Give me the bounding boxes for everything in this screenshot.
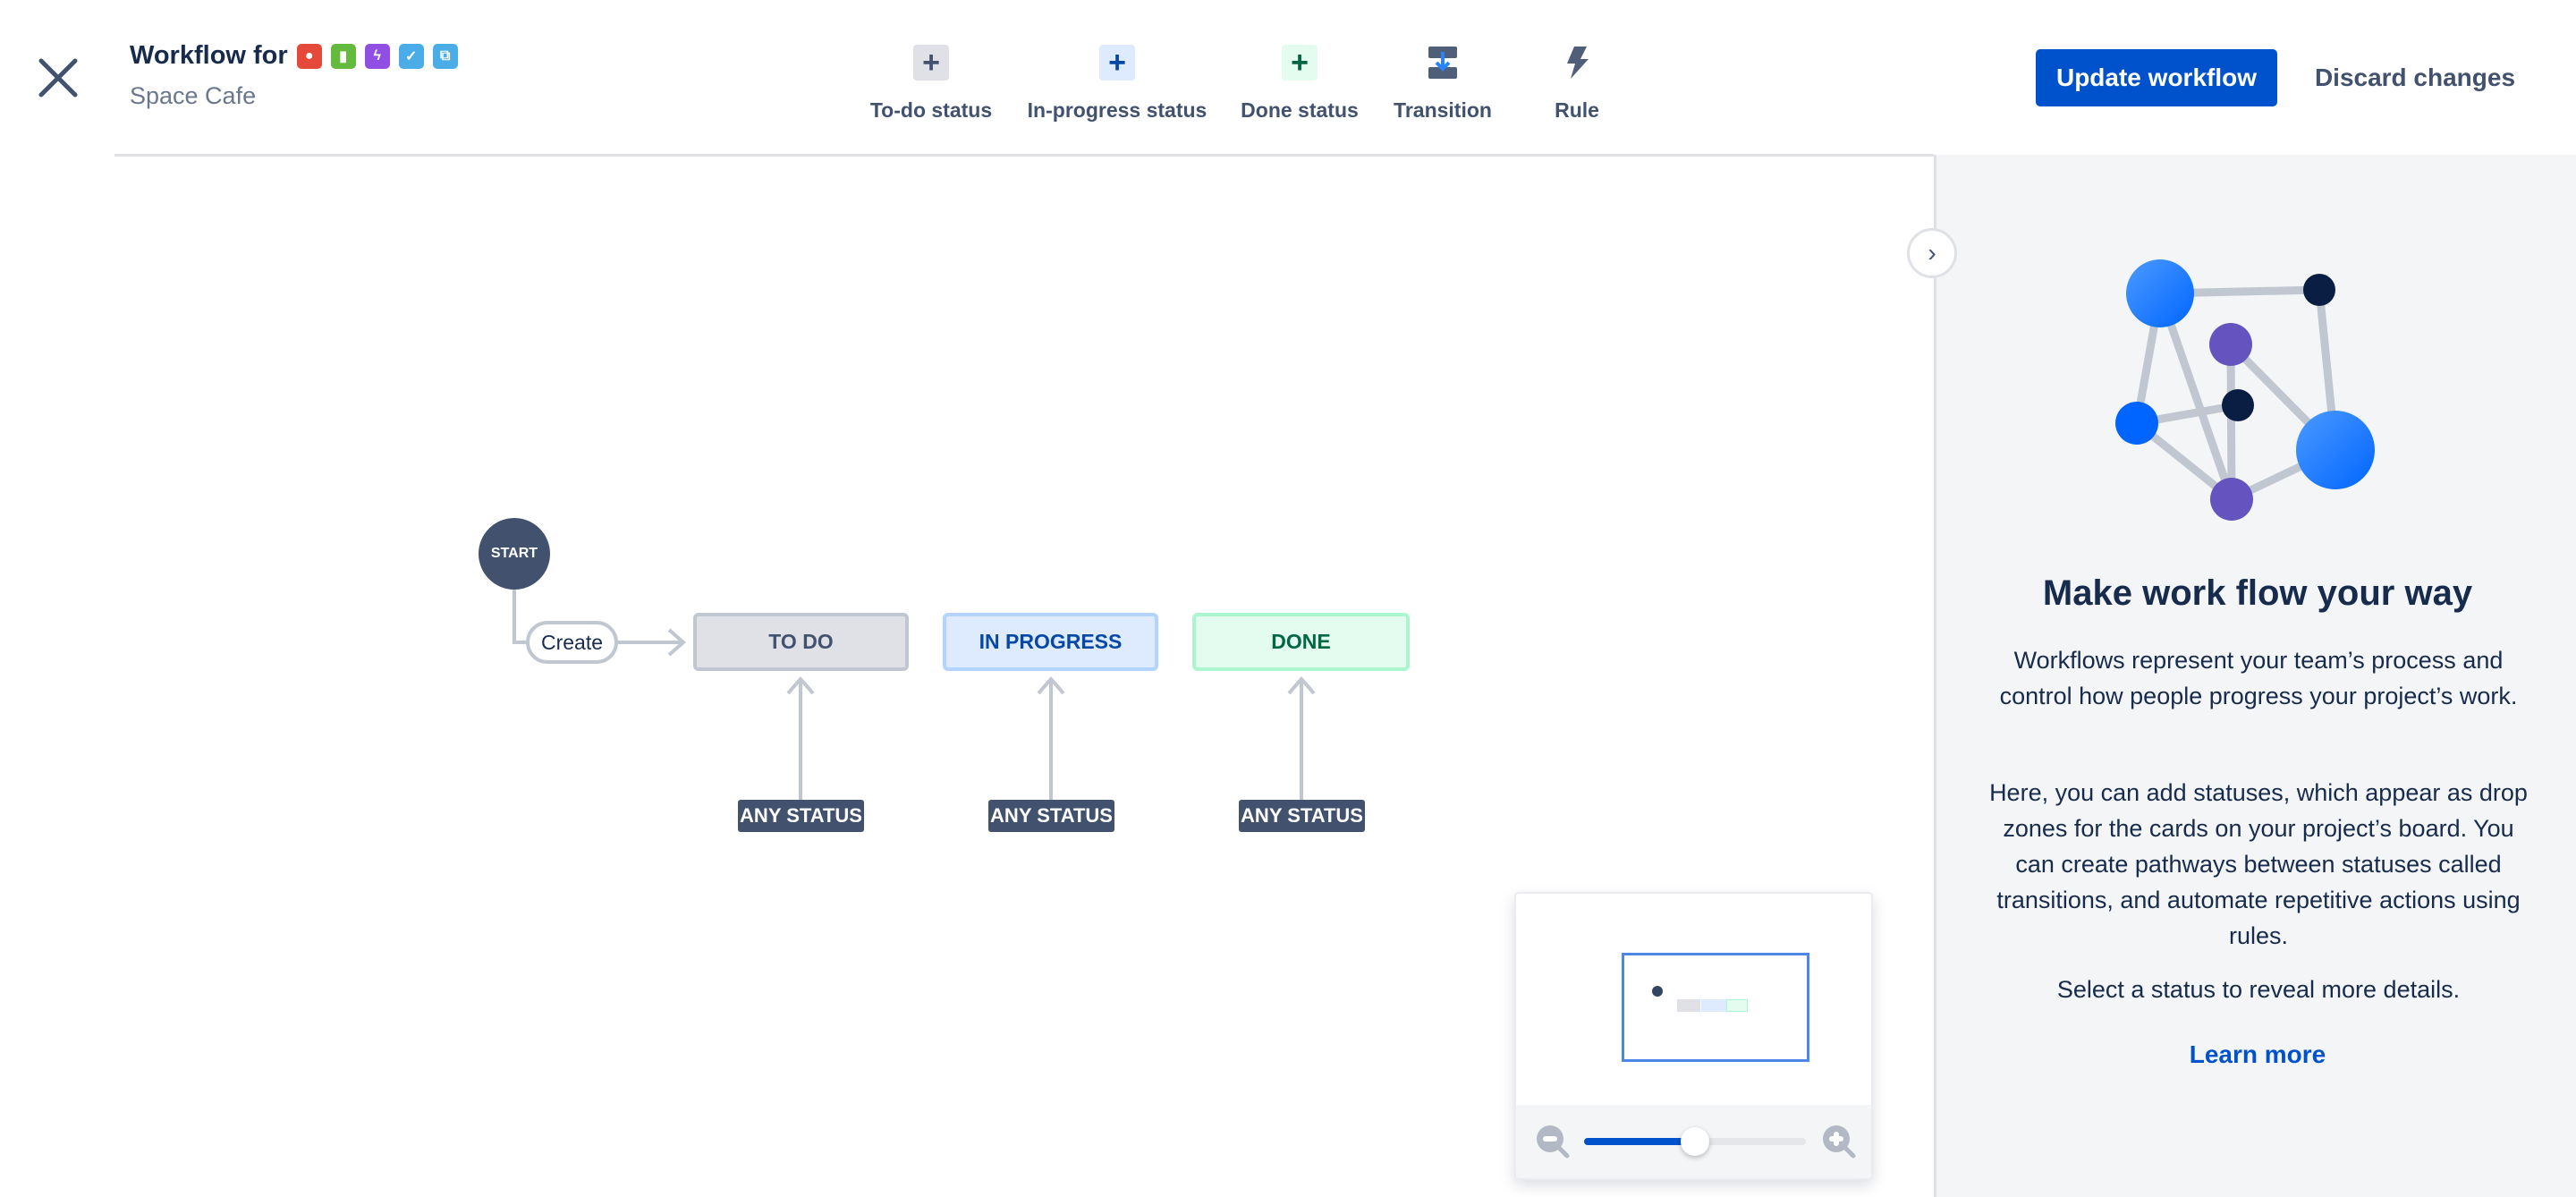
minimap xyxy=(1514,892,1873,1180)
zoom-in-icon[interactable] xyxy=(1822,1125,1858,1165)
update-workflow-button[interactable]: Update workflow xyxy=(2036,49,2277,106)
minimap-todo xyxy=(1677,999,1700,1012)
info-panel: Make work flow your way Workflows repres… xyxy=(1934,155,2576,1197)
collapse-panel-button[interactable]: › xyxy=(1907,228,1957,278)
panel-paragraph: Here, you can add statuses, which appear… xyxy=(1989,779,2528,949)
minimap-in-progress xyxy=(1701,999,1726,1012)
chevron-right-icon: › xyxy=(1928,239,1936,267)
workflow-illustration-icon xyxy=(2115,259,2375,521)
any-status-done[interactable]: ANY STATUS xyxy=(1239,800,1365,832)
panel-title: Make work flow your way xyxy=(2042,573,2473,613)
panel-paragraph: Select a status to reveal more details. xyxy=(2056,976,2461,1003)
any-status-todo[interactable]: ANY STATUS xyxy=(738,800,864,832)
status-todo[interactable]: TO DO xyxy=(693,613,909,671)
panel-paragraph: Workflows represent your team’s process … xyxy=(1999,647,2518,709)
any-status-in-progress[interactable]: ANY STATUS xyxy=(988,800,1114,832)
zoom-slider-thumb[interactable] xyxy=(1681,1127,1709,1156)
zoom-slider-fill xyxy=(1584,1138,1695,1145)
minimap-start-dot xyxy=(1652,986,1663,997)
learn-more-link[interactable]: Learn more xyxy=(1936,1040,2576,1069)
zoom-slider[interactable] xyxy=(1584,1127,1806,1156)
zoom-controls xyxy=(1516,1105,1871,1178)
status-in-progress[interactable]: IN PROGRESS xyxy=(943,613,1158,671)
create-transition[interactable]: Create xyxy=(526,621,618,664)
discard-changes-button[interactable]: Discard changes xyxy=(2299,49,2531,106)
status-done[interactable]: DONE xyxy=(1192,613,1410,671)
start-node: START xyxy=(479,518,550,590)
minimap-done xyxy=(1726,999,1748,1012)
zoom-out-icon[interactable] xyxy=(1536,1125,1572,1165)
